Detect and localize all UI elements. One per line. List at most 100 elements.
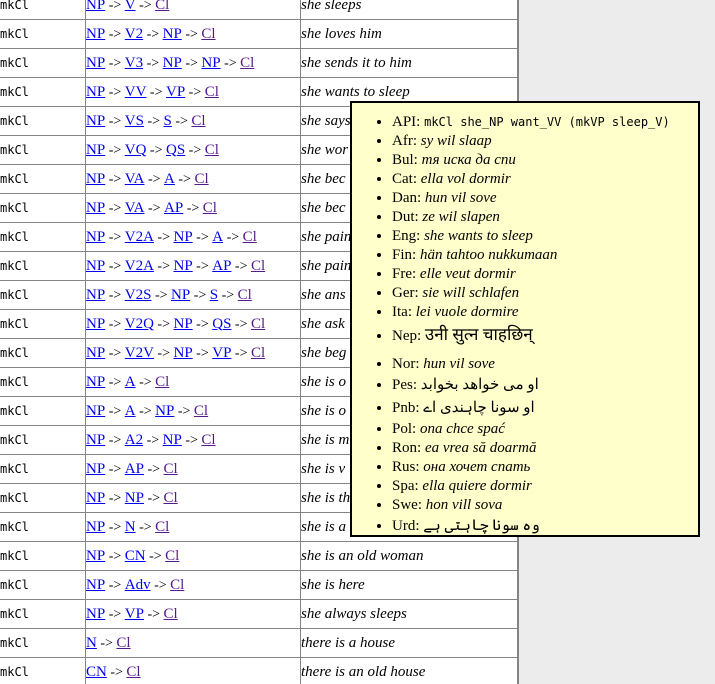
category-link[interactable]: A xyxy=(125,403,136,419)
category-link[interactable]: NP xyxy=(86,200,105,216)
category-link[interactable]: NP xyxy=(86,345,105,361)
category-link[interactable]: NP xyxy=(86,113,105,129)
category-link[interactable]: Cl xyxy=(201,26,215,42)
category-link[interactable]: NP xyxy=(86,519,105,535)
category-link[interactable]: NP xyxy=(155,403,174,419)
category-link[interactable]: Cl xyxy=(194,171,208,187)
category-link[interactable]: Cl xyxy=(201,432,215,448)
category-link[interactable]: NP xyxy=(163,432,182,448)
category-link[interactable]: V2A xyxy=(125,258,154,274)
category-link[interactable]: Cl xyxy=(251,316,265,332)
category-link[interactable]: NP xyxy=(86,548,105,564)
category-link[interactable]: Cl xyxy=(191,113,205,129)
category-link[interactable]: NP xyxy=(171,287,190,303)
category-link[interactable]: NP xyxy=(86,258,105,274)
category-link[interactable]: AP xyxy=(125,461,144,477)
category-link[interactable]: NP xyxy=(173,345,192,361)
category-link[interactable]: NP xyxy=(86,461,105,477)
function-name: mkCl xyxy=(0,223,86,252)
category-link[interactable]: Cl xyxy=(238,287,252,303)
category-link[interactable]: VA xyxy=(125,200,145,216)
category-link[interactable]: Cl xyxy=(251,345,265,361)
category-link[interactable]: VP xyxy=(212,345,231,361)
category-link[interactable]: V3 xyxy=(125,55,143,71)
category-link[interactable]: Adv xyxy=(125,577,151,593)
category-link[interactable]: NP xyxy=(86,432,105,448)
function-name: mkCl xyxy=(0,426,86,455)
category-link[interactable]: Cl xyxy=(251,258,265,274)
category-link[interactable]: Cl xyxy=(126,664,140,680)
category-link[interactable]: NP xyxy=(86,577,105,593)
category-link[interactable]: A xyxy=(212,229,223,245)
category-link[interactable]: NP xyxy=(201,55,220,71)
category-link[interactable]: NP xyxy=(86,316,105,332)
category-link[interactable]: V2A xyxy=(125,229,154,245)
category-link[interactable]: Cl xyxy=(240,55,254,71)
category-link[interactable]: Cl xyxy=(205,142,219,158)
category-link[interactable]: Cl xyxy=(164,490,178,506)
category-link[interactable]: NP xyxy=(86,490,105,506)
category-link[interactable]: NP xyxy=(173,229,192,245)
category-link[interactable]: NP xyxy=(86,287,105,303)
category-link[interactable]: CN xyxy=(125,548,146,564)
category-link[interactable]: NP xyxy=(173,258,192,274)
category-link[interactable]: V2 xyxy=(125,26,143,42)
category-link[interactable]: Cl xyxy=(155,519,169,535)
example-sentence: she always sleeps xyxy=(301,600,519,629)
category-link[interactable]: V xyxy=(125,0,136,13)
category-link[interactable]: Cl xyxy=(205,84,219,100)
category-link[interactable]: Cl xyxy=(155,374,169,390)
category-link[interactable]: Cl xyxy=(164,461,178,477)
category-link[interactable]: NP xyxy=(163,26,182,42)
category-link[interactable]: NP xyxy=(125,490,144,506)
category-link[interactable]: NP xyxy=(173,316,192,332)
category-link[interactable]: AP xyxy=(164,200,183,216)
category-link[interactable]: AP xyxy=(212,258,231,274)
category-link[interactable]: NP xyxy=(86,55,105,71)
category-link[interactable]: Cl xyxy=(243,229,257,245)
category-link[interactable]: NP xyxy=(86,0,105,13)
category-link[interactable]: NP xyxy=(86,84,105,100)
category-link[interactable]: NP xyxy=(86,142,105,158)
category-link[interactable]: A xyxy=(125,374,136,390)
category-link[interactable]: Cl xyxy=(165,548,179,564)
category-link[interactable]: NP xyxy=(86,26,105,42)
translation-text: elle veut dormir xyxy=(420,266,516,282)
category-link[interactable]: VA xyxy=(125,171,145,187)
arrow-separator: -> xyxy=(146,549,166,564)
category-link[interactable]: Cl xyxy=(170,577,184,593)
category-link[interactable]: NP xyxy=(163,55,182,71)
category-link[interactable]: V2Q xyxy=(125,316,154,332)
category-link[interactable]: N xyxy=(125,519,136,535)
category-link[interactable]: NP xyxy=(86,606,105,622)
category-link[interactable]: VQ xyxy=(125,142,147,158)
arrow-separator: -> xyxy=(185,143,205,158)
category-link[interactable]: NP xyxy=(86,374,105,390)
category-link[interactable]: VS xyxy=(125,113,144,129)
category-link[interactable]: S xyxy=(164,113,172,129)
rule-signature: NP -> NP -> Cl xyxy=(86,484,301,513)
category-link[interactable]: Cl xyxy=(155,0,169,13)
category-link[interactable]: S xyxy=(210,287,218,303)
language-label: Ron: xyxy=(392,440,421,456)
category-link[interactable]: QS xyxy=(212,316,231,332)
category-link[interactable]: NP xyxy=(86,403,105,419)
category-link[interactable]: Cl xyxy=(164,606,178,622)
arrow-separator: -> xyxy=(97,636,117,651)
category-link[interactable]: VP xyxy=(125,606,144,622)
category-link[interactable]: A xyxy=(164,171,175,187)
category-link[interactable]: N xyxy=(86,635,97,651)
rule-signature: NP -> V2S -> NP -> S -> Cl xyxy=(86,281,301,310)
category-link[interactable]: Cl xyxy=(116,635,130,651)
category-link[interactable]: VP xyxy=(166,84,185,100)
category-link[interactable]: NP xyxy=(86,229,105,245)
category-link[interactable]: V2S xyxy=(125,287,152,303)
category-link[interactable]: VV xyxy=(125,84,147,100)
category-link[interactable]: NP xyxy=(86,171,105,187)
category-link[interactable]: Cl xyxy=(203,200,217,216)
category-link[interactable]: QS xyxy=(166,142,185,158)
category-link[interactable]: V2V xyxy=(125,345,154,361)
category-link[interactable]: CN xyxy=(86,664,107,680)
category-link[interactable]: Cl xyxy=(194,403,208,419)
category-link[interactable]: A2 xyxy=(125,432,143,448)
